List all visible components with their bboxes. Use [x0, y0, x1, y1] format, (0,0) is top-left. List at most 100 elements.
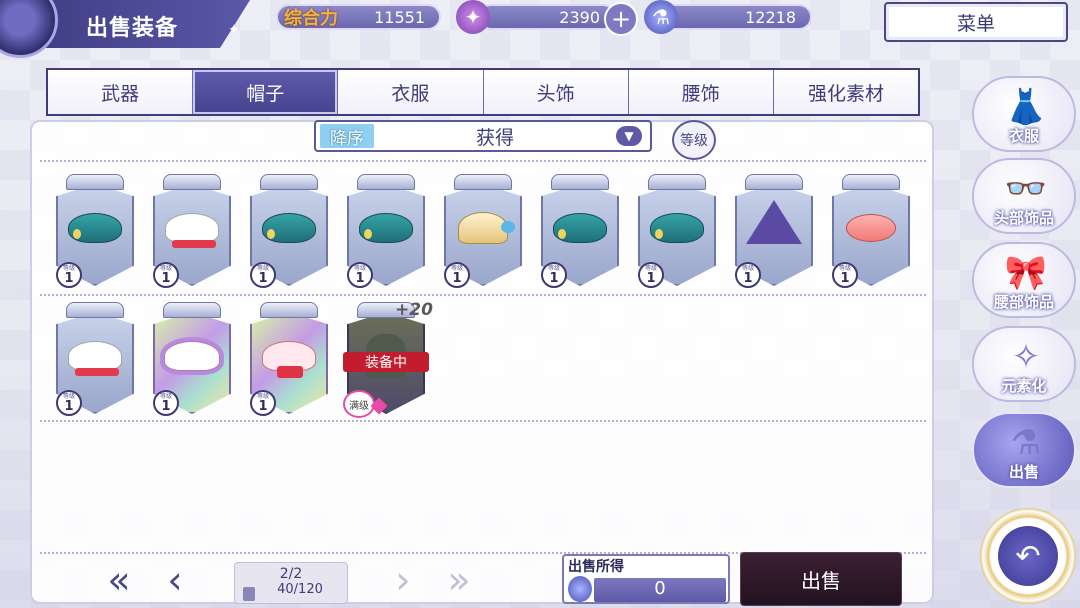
side-nav-label: 出售	[1008, 463, 1039, 481]
card-crest	[66, 302, 124, 318]
level-badge: 等级 1	[250, 390, 276, 416]
level-value: 1	[64, 398, 74, 414]
level-value: 1	[355, 270, 365, 286]
item-card[interactable]: 等级 1	[343, 174, 429, 290]
last-page-icon[interactable]: »	[444, 558, 474, 602]
level-badge: 等级 1	[56, 262, 82, 288]
sort-level-button[interactable]: 等级	[672, 120, 716, 160]
sort-order-toggle[interactable]: 降序	[320, 124, 374, 149]
item-card[interactable]: 等级 1	[52, 174, 138, 290]
card-crest	[260, 174, 318, 190]
earnings-value: 0	[594, 578, 726, 602]
prev-page-icon[interactable]: ‹	[160, 558, 190, 602]
card-crest	[260, 302, 318, 318]
level-value: 1	[646, 270, 656, 286]
row-divider	[40, 294, 926, 296]
item-card[interactable]: 等级 1	[634, 174, 720, 290]
chevron-down-icon[interactable]: ▼	[616, 126, 642, 146]
star-currency-bar: 2390	[478, 4, 616, 30]
item-card[interactable]: 等级 1	[149, 174, 235, 290]
next-page-icon[interactable]: ›	[388, 558, 418, 602]
category-tabs: 武器 帽子 衣服 头饰 腰饰 强化素材	[46, 68, 920, 116]
first-page-icon[interactable]: «	[104, 558, 134, 602]
item-card[interactable]: 等级 1	[246, 174, 332, 290]
back-arrow-icon: ↶	[998, 526, 1058, 586]
tab-clothes[interactable]: 衣服	[338, 70, 484, 114]
teal-beret-icon	[551, 210, 609, 246]
tab-materials[interactable]: 强化素材	[773, 70, 919, 114]
tab-weapon[interactable]: 武器	[48, 70, 194, 114]
glasses-icon: 👓	[1004, 169, 1048, 209]
level-badge: 等级 1	[832, 262, 858, 288]
potion-currency-bar: 12218	[660, 4, 812, 30]
card-crest	[551, 174, 609, 190]
level-badge: 等级 1	[541, 262, 567, 288]
enhance-level: +20	[395, 300, 433, 320]
card-crest	[842, 174, 900, 190]
frilled-cap-icon	[163, 338, 221, 374]
bow-icon: 🎀	[1004, 253, 1048, 293]
level-value: 1	[64, 270, 74, 286]
side-nav-waist-accessory[interactable]: 🎀 腰部饰品	[972, 242, 1076, 318]
level-badge: 等级 1	[347, 262, 373, 288]
item-card[interactable]: 等级 1	[52, 302, 138, 418]
level-value: 1	[743, 270, 753, 286]
item-card[interactable]: 等级 1	[537, 174, 623, 290]
level-value: 1	[549, 270, 559, 286]
side-nav-elementize[interactable]: ✧ 元素化	[972, 326, 1076, 402]
level-value: 1	[452, 270, 462, 286]
tab-hat[interactable]: 帽子	[193, 70, 339, 114]
tab-headwear[interactable]: 头饰	[483, 70, 629, 114]
potion-currency-value: 12218	[745, 7, 796, 27]
equipped-tag: 装备中	[343, 352, 429, 372]
star-currency-icon: ✦	[456, 0, 490, 34]
sparkle-icon: ✦	[228, 22, 240, 38]
element-icon: ✧	[1011, 337, 1041, 377]
level-badge: 等级 1	[153, 390, 179, 416]
sailor-cap-icon	[163, 210, 221, 248]
item-card[interactable]: 等级 1	[440, 174, 526, 290]
witch-hat-icon	[745, 200, 803, 246]
page-title: 出售装备	[86, 16, 179, 41]
side-nav-label: 衣服	[1008, 127, 1039, 145]
item-card[interactable]: 等级 1	[149, 302, 235, 418]
power-label: 综合力	[284, 8, 338, 29]
item-card[interactable]: 等级 1	[246, 302, 332, 418]
side-nav-clothes[interactable]: 👗 衣服	[972, 76, 1076, 152]
teal-beret-icon	[648, 210, 706, 246]
level-value: 1	[258, 270, 268, 286]
page-number: 2/2	[279, 566, 303, 582]
item-card[interactable]: 等级 1	[731, 174, 817, 290]
dress-icon: 👗	[1004, 87, 1048, 127]
side-nav-sell[interactable]: ⚗ 出售	[972, 412, 1076, 488]
card-count-icon	[243, 587, 255, 601]
card-crest	[66, 174, 124, 190]
side-nav-label: 头部饰品	[993, 209, 1054, 227]
teal-beret-icon	[260, 210, 318, 246]
level-value: 1	[161, 270, 171, 286]
card-crest	[163, 302, 221, 318]
level-badge: 等级 1	[250, 262, 276, 288]
level-badge: 等级 1	[735, 262, 761, 288]
sort-dropdown[interactable]: 降序 获得 ▼	[314, 120, 652, 152]
side-nav-label: 元素化	[1001, 377, 1047, 395]
menu-button[interactable]: 菜单	[884, 2, 1068, 42]
shell-headpiece-icon	[454, 210, 515, 246]
level-value: 1	[840, 270, 850, 286]
item-card-equipped[interactable]: +20 装备中 满级	[343, 300, 433, 418]
back-button[interactable]: ↶	[980, 508, 1076, 604]
card-crest	[357, 174, 415, 190]
tab-waist[interactable]: 腰饰	[628, 70, 774, 114]
earnings-label: 出售所得	[568, 559, 624, 575]
item-card[interactable]: 等级 1	[828, 174, 914, 290]
sell-button[interactable]: 出售	[740, 552, 902, 606]
card-crest	[454, 174, 512, 190]
level-value: 1	[161, 398, 171, 414]
level-badge: 等级 1	[56, 390, 82, 416]
side-nav-head-accessory[interactable]: 👓 头部饰品	[972, 158, 1076, 234]
power-value: 11551	[374, 7, 425, 27]
star-currency-value: 2390	[559, 7, 600, 27]
sell-earnings-box: 出售所得 0	[562, 554, 730, 604]
level-value: 1	[258, 398, 268, 414]
add-currency-button[interactable]: +	[604, 2, 638, 36]
